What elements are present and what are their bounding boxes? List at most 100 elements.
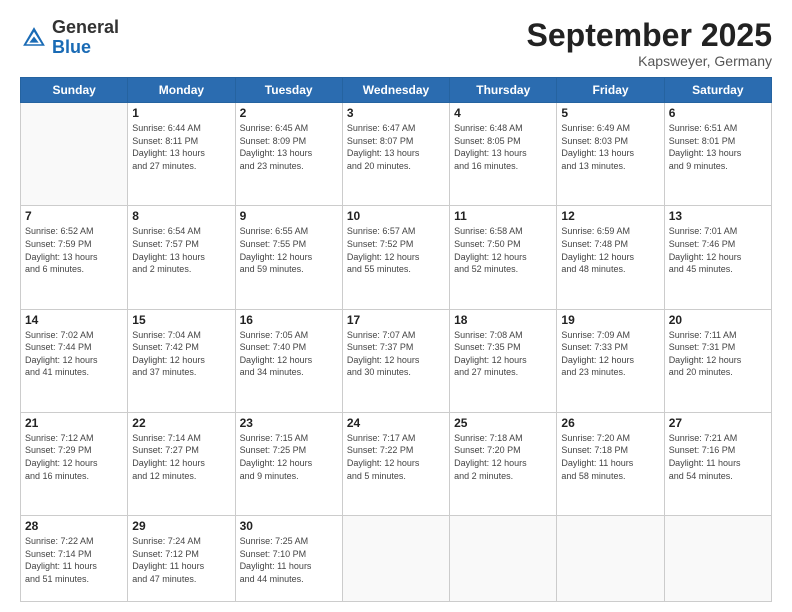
- day-number: 8: [132, 209, 230, 223]
- table-row: 16 Sunrise: 7:05 AM Sunset: 7:40 PM Dayli…: [235, 309, 342, 412]
- table-row: 2 Sunrise: 6:45 AM Sunset: 8:09 PM Daylig…: [235, 103, 342, 206]
- table-row: 1 Sunrise: 6:44 AM Sunset: 8:11 PM Daylig…: [128, 103, 235, 206]
- day-number: 24: [347, 416, 445, 430]
- day-number: 29: [132, 519, 230, 533]
- table-row: 13 Sunrise: 7:01 AM Sunset: 7:46 PM Dayli…: [664, 206, 771, 309]
- day-info: Sunrise: 7:15 AM Sunset: 7:25 PM Dayligh…: [240, 432, 338, 482]
- table-row: 23 Sunrise: 7:15 AM Sunset: 7:25 PM Dayli…: [235, 412, 342, 515]
- location-subtitle: Kapsweyer, Germany: [527, 53, 772, 69]
- header: General Blue September 2025 Kapsweyer, G…: [20, 18, 772, 69]
- day-info: Sunrise: 7:05 AM Sunset: 7:40 PM Dayligh…: [240, 329, 338, 379]
- day-info: Sunrise: 6:45 AM Sunset: 8:09 PM Dayligh…: [240, 122, 338, 172]
- day-info: Sunrise: 6:54 AM Sunset: 7:57 PM Dayligh…: [132, 225, 230, 275]
- day-number: 5: [561, 106, 659, 120]
- day-number: 11: [454, 209, 552, 223]
- table-row: 19 Sunrise: 7:09 AM Sunset: 7:33 PM Dayli…: [557, 309, 664, 412]
- logo-icon: [20, 24, 48, 52]
- day-info: Sunrise: 6:48 AM Sunset: 8:05 PM Dayligh…: [454, 122, 552, 172]
- table-row: 10Sunrise: 6:57 AM Sunset: 7:52 PM Dayli…: [342, 206, 449, 309]
- table-row: [664, 515, 771, 601]
- day-info: Sunrise: 6:51 AM Sunset: 8:01 PM Dayligh…: [669, 122, 767, 172]
- day-info: Sunrise: 7:20 AM Sunset: 7:18 PM Dayligh…: [561, 432, 659, 482]
- day-info: Sunrise: 7:24 AM Sunset: 7:12 PM Dayligh…: [132, 535, 230, 585]
- day-number: 20: [669, 313, 767, 327]
- day-info: Sunrise: 7:02 AM Sunset: 7:44 PM Dayligh…: [25, 329, 123, 379]
- day-number: 1: [132, 106, 230, 120]
- table-row: 6 Sunrise: 6:51 AM Sunset: 8:01 PM Daylig…: [664, 103, 771, 206]
- day-info: Sunrise: 7:11 AM Sunset: 7:31 PM Dayligh…: [669, 329, 767, 379]
- day-number: 15: [132, 313, 230, 327]
- day-info: Sunrise: 6:49 AM Sunset: 8:03 PM Dayligh…: [561, 122, 659, 172]
- table-row: 28 Sunrise: 7:22 AM Sunset: 7:14 PM Dayli…: [21, 515, 128, 601]
- day-number: 16: [240, 313, 338, 327]
- col-wednesday: Wednesday: [342, 78, 449, 103]
- title-block: September 2025 Kapsweyer, Germany: [527, 18, 772, 69]
- logo: General Blue: [20, 18, 119, 58]
- day-info: Sunrise: 7:14 AM Sunset: 7:27 PM Dayligh…: [132, 432, 230, 482]
- day-info: Sunrise: 6:58 AM Sunset: 7:50 PM Dayligh…: [454, 225, 552, 275]
- day-info: Sunrise: 6:59 AM Sunset: 7:48 PM Dayligh…: [561, 225, 659, 275]
- day-info: Sunrise: 6:55 AM Sunset: 7:55 PM Dayligh…: [240, 225, 338, 275]
- table-row: 22 Sunrise: 7:14 AM Sunset: 7:27 PM Dayli…: [128, 412, 235, 515]
- table-row: 3Sunrise: 6:47 AM Sunset: 8:07 PM Daylig…: [342, 103, 449, 206]
- table-row: 5 Sunrise: 6:49 AM Sunset: 8:03 PM Daylig…: [557, 103, 664, 206]
- day-number: 17: [347, 313, 445, 327]
- day-number: 19: [561, 313, 659, 327]
- logo-blue-text: Blue: [52, 37, 91, 57]
- day-number: 28: [25, 519, 123, 533]
- day-number: 25: [454, 416, 552, 430]
- day-info: Sunrise: 7:08 AM Sunset: 7:35 PM Dayligh…: [454, 329, 552, 379]
- table-row: 11 Sunrise: 6:58 AM Sunset: 7:50 PM Dayli…: [450, 206, 557, 309]
- day-info: Sunrise: 7:01 AM Sunset: 7:46 PM Dayligh…: [669, 225, 767, 275]
- col-friday: Friday: [557, 78, 664, 103]
- day-info: Sunrise: 7:12 AM Sunset: 7:29 PM Dayligh…: [25, 432, 123, 482]
- day-number: 22: [132, 416, 230, 430]
- day-number: 13: [669, 209, 767, 223]
- day-info: Sunrise: 7:04 AM Sunset: 7:42 PM Dayligh…: [132, 329, 230, 379]
- day-number: 6: [669, 106, 767, 120]
- day-info: Sunrise: 7:21 AM Sunset: 7:16 PM Dayligh…: [669, 432, 767, 482]
- day-number: 18: [454, 313, 552, 327]
- calendar-header-row: Sunday Monday Tuesday Wednesday Thursday…: [21, 78, 772, 103]
- day-info: Sunrise: 6:44 AM Sunset: 8:11 PM Dayligh…: [132, 122, 230, 172]
- day-info: Sunrise: 7:07 AM Sunset: 7:37 PM Dayligh…: [347, 329, 445, 379]
- col-saturday: Saturday: [664, 78, 771, 103]
- col-sunday: Sunday: [21, 78, 128, 103]
- table-row: [21, 103, 128, 206]
- table-row: 27Sunrise: 7:21 AM Sunset: 7:16 PM Dayli…: [664, 412, 771, 515]
- day-number: 2: [240, 106, 338, 120]
- page: General Blue September 2025 Kapsweyer, G…: [0, 0, 792, 612]
- table-row: 29 Sunrise: 7:24 AM Sunset: 7:12 PM Dayli…: [128, 515, 235, 601]
- table-row: 8 Sunrise: 6:54 AM Sunset: 7:57 PM Daylig…: [128, 206, 235, 309]
- day-number: 26: [561, 416, 659, 430]
- table-row: 12 Sunrise: 6:59 AM Sunset: 7:48 PM Dayli…: [557, 206, 664, 309]
- logo-text: General Blue: [52, 18, 119, 58]
- table-row: 14 Sunrise: 7:02 AM Sunset: 7:44 PM Dayli…: [21, 309, 128, 412]
- day-number: 10: [347, 209, 445, 223]
- day-info: Sunrise: 7:09 AM Sunset: 7:33 PM Dayligh…: [561, 329, 659, 379]
- day-number: 9: [240, 209, 338, 223]
- table-row: 25 Sunrise: 7:18 AM Sunset: 7:20 PM Dayli…: [450, 412, 557, 515]
- table-row: 15 Sunrise: 7:04 AM Sunset: 7:42 PM Dayli…: [128, 309, 235, 412]
- col-tuesday: Tuesday: [235, 78, 342, 103]
- col-thursday: Thursday: [450, 78, 557, 103]
- table-row: [557, 515, 664, 601]
- table-row: 7 Sunrise: 6:52 AM Sunset: 7:59 PM Daylig…: [21, 206, 128, 309]
- table-row: [342, 515, 449, 601]
- day-number: 23: [240, 416, 338, 430]
- day-info: Sunrise: 7:18 AM Sunset: 7:20 PM Dayligh…: [454, 432, 552, 482]
- day-info: Sunrise: 7:22 AM Sunset: 7:14 PM Dayligh…: [25, 535, 123, 585]
- calendar-table: Sunday Monday Tuesday Wednesday Thursday…: [20, 77, 772, 602]
- day-info: Sunrise: 6:47 AM Sunset: 8:07 PM Dayligh…: [347, 122, 445, 172]
- day-info: Sunrise: 7:25 AM Sunset: 7:10 PM Dayligh…: [240, 535, 338, 585]
- table-row: [450, 515, 557, 601]
- day-number: 7: [25, 209, 123, 223]
- table-row: 17 Sunrise: 7:07 AM Sunset: 7:37 PM Dayli…: [342, 309, 449, 412]
- table-row: 30Sunrise: 7:25 AM Sunset: 7:10 PM Dayli…: [235, 515, 342, 601]
- month-title: September 2025: [527, 18, 772, 53]
- day-number: 12: [561, 209, 659, 223]
- day-number: 14: [25, 313, 123, 327]
- table-row: 4Sunrise: 6:48 AM Sunset: 8:05 PM Daylig…: [450, 103, 557, 206]
- table-row: 24Sunrise: 7:17 AM Sunset: 7:22 PM Dayli…: [342, 412, 449, 515]
- day-info: Sunrise: 6:52 AM Sunset: 7:59 PM Dayligh…: [25, 225, 123, 275]
